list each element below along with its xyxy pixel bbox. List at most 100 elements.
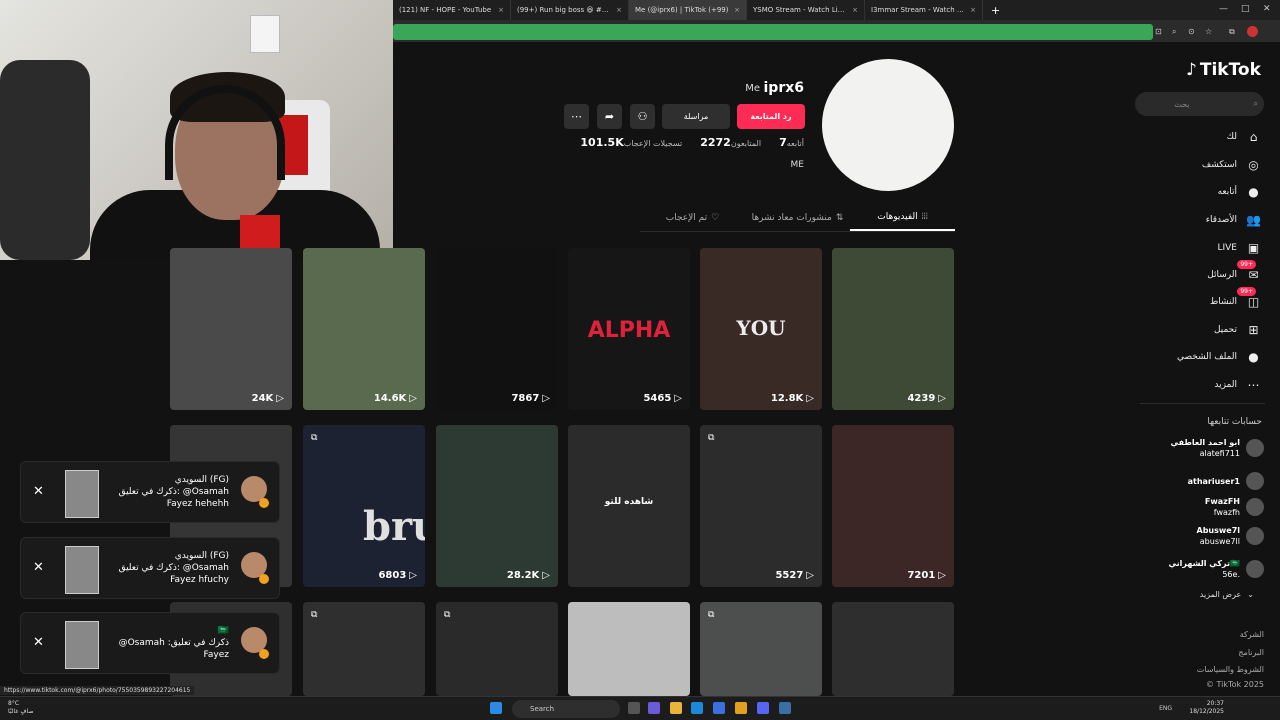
browser-profile-avatar[interactable]: [1247, 26, 1258, 37]
weather-widget[interactable]: 8°C صافٍ غالبًا: [8, 700, 33, 716]
browser-tab[interactable]: (121) NF - HOPE - YouTube ×: [393, 0, 511, 20]
avatar: [1246, 472, 1264, 490]
video-overlay-text: ALPHA: [587, 318, 671, 343]
copilot-icon[interactable]: [648, 702, 660, 714]
video-thumbnail[interactable]: 4239 ▷: [832, 248, 954, 410]
close-window-icon[interactable]: ✕: [1263, 4, 1271, 14]
video-thumbnail[interactable]: 7867 ▷: [436, 248, 558, 410]
video-thumbnail[interactable]: [832, 602, 954, 696]
sidebar-item-label: الأصدقاء: [1205, 214, 1237, 225]
sidebar-item[interactable]: المزيد ⋯: [1214, 376, 1262, 393]
repost-icon: ⇅: [835, 213, 844, 223]
following-account[interactable]: athariuser1: [1188, 472, 1264, 490]
minimize-icon[interactable]: —: [1219, 4, 1228, 14]
sidebar-item[interactable]: أتابعه ●: [1218, 183, 1262, 200]
video-thumbnail[interactable]: 7201 ▷: [832, 425, 954, 587]
sidebar-item[interactable]: لك ⌂: [1227, 128, 1262, 145]
video-thumbnail[interactable]: ⧉ 5527 ▷: [700, 425, 822, 587]
taskbar-search[interactable]: Search: [512, 700, 620, 718]
mention-notification[interactable]: ✕ السويدي (FG) ذكرك في تعليق: @Osamah Fayez…: [20, 537, 280, 599]
view-count: 12.8K ▷: [771, 393, 814, 404]
address-field[interactable]: [393, 24, 1153, 40]
steam-icon[interactable]: [779, 702, 791, 714]
see-more-button[interactable]: عرض المزيد ⌄: [1200, 590, 1254, 599]
following-account[interactable]: FwazFH fwazfh: [1205, 496, 1264, 518]
footer-link[interactable]: الشركة: [1240, 630, 1264, 639]
profile-tab[interactable]: ⇅ منشورات معاد نشرها: [745, 205, 850, 231]
carousel-icon: ⧉: [311, 610, 318, 620]
close-tab-icon[interactable]: ×: [734, 6, 740, 14]
zoom-icon[interactable]: ⌕: [1172, 27, 1176, 37]
message-button[interactable]: مراسلة: [662, 104, 730, 129]
system-clock[interactable]: 20:37 18/12/2025: [1189, 700, 1224, 716]
close-tab-icon[interactable]: ×: [498, 6, 504, 14]
chrome-icon[interactable]: [735, 702, 747, 714]
video-thumbnail[interactable]: شاهده للتو: [568, 425, 690, 587]
search-input[interactable]: بحث ⌕: [1135, 92, 1264, 116]
video-thumbnail[interactable]: 14.6K ▷: [303, 248, 425, 410]
browser-tab[interactable]: YSMO Stream - Watch Live on ×: [747, 0, 865, 20]
likes-stat: تسجيلات الإعجاب101.5K: [580, 136, 683, 149]
close-icon[interactable]: ✕: [33, 635, 44, 650]
translate-icon[interactable]: ⊡: [1155, 27, 1162, 36]
close-tab-icon[interactable]: ×: [852, 6, 858, 14]
bookmark-star-icon[interactable]: ☆: [1205, 27, 1212, 36]
footer-link[interactable]: الشروط والسياسات: [1197, 665, 1264, 674]
video-thumbnail[interactable]: YOU 12.8K ▷: [700, 248, 822, 410]
footer-link[interactable]: © TikTok 2025: [1206, 680, 1264, 689]
video-thumbnail[interactable]: ALPHA 5465 ▷: [568, 248, 690, 410]
discord-icon[interactable]: [757, 702, 769, 714]
video-thumbnail[interactable]: ⧉ bru 6803▷: [303, 425, 425, 587]
close-icon[interactable]: ✕: [33, 484, 44, 499]
followers-stat[interactable]: المتابعون2272: [696, 136, 761, 149]
file-explorer-icon[interactable]: [670, 702, 682, 714]
video-thumbnail[interactable]: ⧉: [700, 602, 822, 696]
close-icon[interactable]: ✕: [33, 560, 44, 575]
sidebar-item[interactable]: الأصدقاء 👥: [1206, 211, 1262, 228]
task-view-icon[interactable]: [628, 702, 640, 714]
start-icon[interactable]: [490, 702, 502, 714]
video-thumbnail[interactable]: ⧉: [303, 602, 425, 696]
sidebar-item[interactable]: النشاط ◫ 99+: [1210, 287, 1262, 310]
following-account[interactable]: Abuswe7l abuswe7ll: [1197, 525, 1264, 547]
sidebar-item[interactable]: الملف الشخصي ●: [1177, 348, 1262, 365]
more-options-icon[interactable]: ⋯: [564, 104, 589, 129]
share-profile-icon[interactable]: ➦: [597, 104, 622, 129]
following-account[interactable]: تركي الشهراني🇸🇦 56e.: [1169, 558, 1264, 580]
following-account[interactable]: ابو احمد العاطفي alatefi711: [1171, 437, 1264, 459]
view-count-value: 24K: [251, 393, 274, 404]
footer-link[interactable]: البرنامج: [1238, 648, 1264, 657]
maximize-icon[interactable]: □: [1241, 4, 1250, 14]
sidebar-item[interactable]: LIVE ▣: [1217, 239, 1262, 256]
profile-tab[interactable]: ⦙⦙⦙ الفيديوهات: [850, 205, 955, 231]
following-stat[interactable]: أتابعه7: [775, 136, 804, 149]
new-tab-button[interactable]: +: [983, 4, 1008, 17]
close-tab-icon[interactable]: ×: [616, 6, 622, 14]
carousel-icon: ⧉: [444, 610, 451, 620]
profile-avatar[interactable]: [822, 59, 954, 191]
edge-icon[interactable]: [691, 702, 703, 714]
video-thumbnail[interactable]: [568, 602, 690, 696]
sidebar-item[interactable]: الرسائل ✉ 99+: [1207, 260, 1262, 283]
profile-tab[interactable]: ♡ تم الإعجاب: [640, 205, 745, 231]
extensions-icon[interactable]: ⧉: [1229, 27, 1235, 37]
close-tab-icon[interactable]: ×: [970, 6, 976, 14]
language-indicator[interactable]: ENG: [1159, 705, 1172, 712]
browser-tab[interactable]: Me (@iprx6) | TikTok (+99) ×: [629, 0, 747, 20]
follow-back-button[interactable]: رد المتابعة: [737, 104, 805, 129]
liked-icon: ♡: [711, 213, 720, 223]
browser-tab[interactable]: (99+) Run big boss 😆 #bigboss×: [511, 0, 629, 20]
mention-notification[interactable]: ✕ 🇸🇦 @Osamah :ذكرك في تعليق Fayez: [20, 612, 280, 674]
search-icon[interactable]: ⌕: [1254, 99, 1258, 109]
video-thumbnail[interactable]: ⧉: [436, 602, 558, 696]
video-thumbnail[interactable]: 28.2K ▷: [436, 425, 558, 587]
tiktok-logo[interactable]: ♪ TikTok: [1186, 60, 1261, 80]
share-icon[interactable]: ⊙: [1188, 27, 1195, 36]
add-friend-icon[interactable]: ⚇: [630, 104, 655, 129]
video-thumbnail[interactable]: 24K ▷: [170, 248, 292, 410]
store-icon[interactable]: [713, 702, 725, 714]
sidebar-item[interactable]: استكشف ◎: [1202, 156, 1262, 173]
browser-tab[interactable]: I3mmar Stream - Watch Live on ×: [865, 0, 983, 20]
sidebar-item[interactable]: تحميل ⊞: [1214, 321, 1262, 338]
mention-notification[interactable]: ✕ السويدي (FG) ذكرك في تعليق: @Osamah Fayez…: [20, 461, 280, 523]
